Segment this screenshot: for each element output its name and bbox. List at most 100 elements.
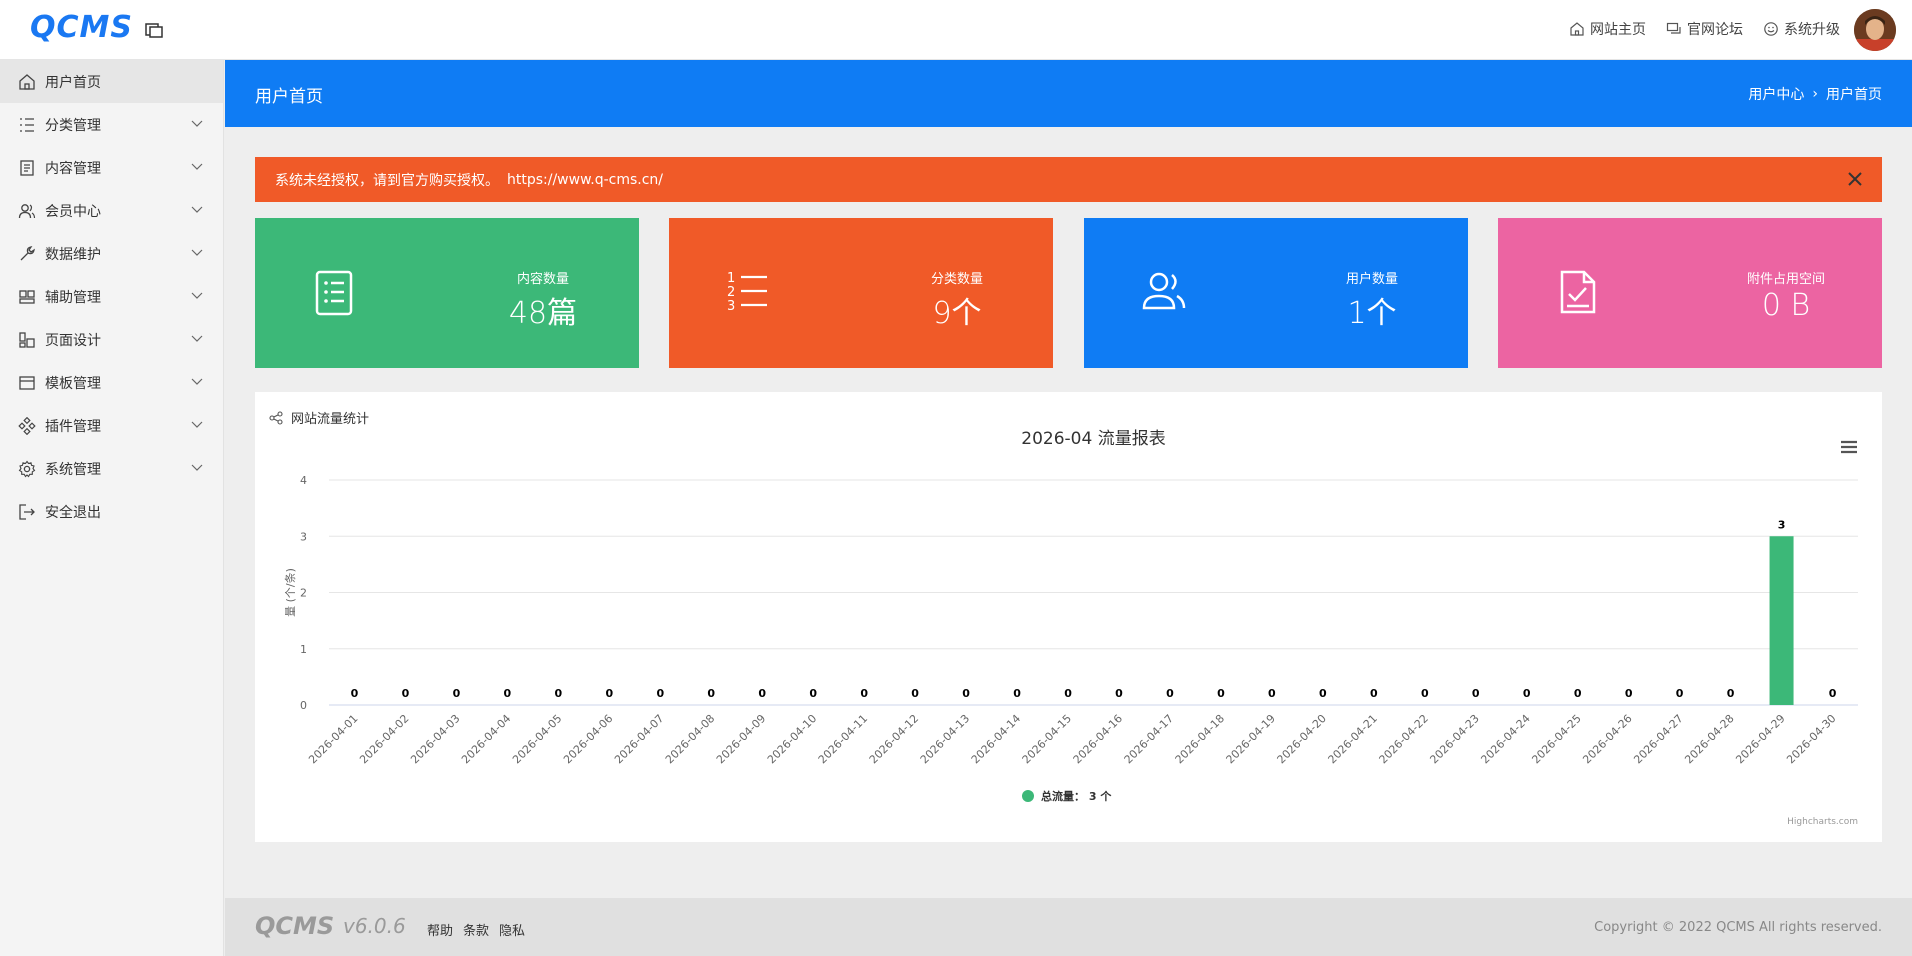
- avatar[interactable]: [1854, 9, 1896, 51]
- sidebar-item-plugins[interactable]: 插件管理: [0, 404, 223, 447]
- copyright: Copyright © 2022 QCMS All rights reserve…: [1594, 920, 1882, 935]
- stat-value: 0 B: [1761, 288, 1811, 323]
- top-nav: 网站主页 官网论坛 系统升级: [1569, 0, 1840, 58]
- x-tick-label: 2026-04-12: [867, 712, 921, 766]
- sidebar-item-template[interactable]: 模板管理: [0, 361, 223, 404]
- sidebar-item-label: 安全退出: [45, 504, 101, 521]
- chevron-down-icon: [191, 335, 203, 342]
- footer-link-privacy[interactable]: 隐私: [499, 920, 525, 939]
- sidebar-item-label: 页面设计: [45, 332, 101, 349]
- sidebar-item-label: 用户首页: [45, 74, 101, 91]
- page-header: 用户首页 用户中心 › 用户首页: [225, 60, 1912, 127]
- users-icon: [1142, 272, 1186, 310]
- chart-menu-icon[interactable]: [1840, 440, 1858, 454]
- chevron-down-icon: [191, 249, 203, 256]
- alert-link[interactable]: https://www.q-cms.cn/: [507, 172, 663, 188]
- stat-value: 48篇: [508, 296, 578, 331]
- data-label: 0: [1319, 687, 1327, 700]
- data-label: 0: [1523, 687, 1531, 700]
- data-label: 0: [1013, 687, 1021, 700]
- list-doc-icon: [315, 270, 353, 316]
- chart-title: 2026-04 流量报表: [1021, 429, 1165, 449]
- x-tick-label: 2026-04-29: [1733, 712, 1787, 766]
- data-label: 0: [1829, 687, 1837, 700]
- x-tick-label: 2026-04-19: [1224, 712, 1278, 766]
- x-tick-label: 2026-04-11: [816, 712, 870, 766]
- x-tick-label: 2026-04-23: [1427, 712, 1481, 766]
- y-tick-label: 2: [300, 587, 307, 600]
- data-label: 0: [555, 687, 563, 700]
- sidebar-item-label: 会员中心: [45, 203, 101, 220]
- nav-home-link[interactable]: 网站主页: [1569, 19, 1646, 39]
- sidebar-toggle-icon[interactable]: [144, 20, 164, 40]
- avatar-image: [1854, 9, 1896, 51]
- nav-upgrade-link[interactable]: 系统升级: [1763, 19, 1840, 39]
- x-tick-label: 2026-04-24: [1478, 712, 1532, 766]
- data-label: 0: [1166, 687, 1174, 700]
- data-label: 0: [1625, 687, 1633, 700]
- stat-label: 用户数量: [1345, 272, 1398, 287]
- footer: QCMS v6.0.6 帮助 条款 隐私 Copyright © 2022 QC…: [225, 898, 1912, 956]
- sidebar: 用户首页 分类管理 内容管理 会员中心 数据维护 辅助管理 页面设计 模板管理 …: [0, 60, 224, 956]
- x-tick-label: 2026-04-02: [357, 712, 411, 766]
- chevron-down-icon: [191, 206, 203, 213]
- chevron-down-icon: [191, 421, 203, 428]
- sidebar-item-user-home[interactable]: 用户首页: [0, 60, 223, 103]
- logo[interactable]: QCMS: [30, 10, 133, 45]
- footer-link-help[interactable]: 帮助: [427, 920, 453, 939]
- sidebar-item-auxiliary[interactable]: 辅助管理: [0, 275, 223, 318]
- sidebar-item-label: 模板管理: [45, 375, 101, 392]
- stat-card-attachments: 附件占用空间 0 B: [1498, 218, 1882, 368]
- data-label: 0: [962, 687, 970, 700]
- x-tick-label: 2026-04-14: [969, 712, 1023, 766]
- sidebar-item-members[interactable]: 会员中心: [0, 189, 223, 232]
- y-tick-label: 0: [300, 699, 307, 712]
- x-tick-label: 2026-04-04: [459, 712, 513, 766]
- sidebar-item-page-design[interactable]: 页面设计: [0, 318, 223, 361]
- x-tick-label: 2026-04-10: [765, 712, 819, 766]
- breadcrumb: 用户中心 › 用户首页: [1748, 84, 1882, 104]
- nav-forum-link[interactable]: 官网论坛: [1666, 19, 1743, 39]
- footer-version: v6.0.6: [343, 914, 406, 938]
- sidebar-item-content[interactable]: 内容管理: [0, 146, 223, 189]
- chevron-down-icon: [191, 378, 203, 385]
- sidebar-item-data-maintenance[interactable]: 数据维护: [0, 232, 223, 275]
- data-label: 0: [402, 687, 410, 700]
- template-icon: [19, 375, 35, 390]
- footer-link-terms[interactable]: 条款: [463, 920, 489, 939]
- stat-card-category: 1 2 3 分类数量 9个: [669, 218, 1053, 368]
- data-label: 0: [656, 687, 664, 700]
- data-label: 0: [1574, 687, 1582, 700]
- legend-label: 总流量： 3 个: [1041, 789, 1112, 803]
- data-label: 0: [860, 687, 868, 700]
- sidebar-item-label: 插件管理: [45, 418, 101, 435]
- chevron-down-icon: [191, 120, 203, 127]
- sidebar-item-label: 数据维护: [45, 246, 101, 263]
- breadcrumb-item[interactable]: 用户中心: [1748, 84, 1804, 104]
- traffic-chart: 2026-04 流量报表 0 1 2 3 4 量 (个/条) 0 2026-04-01 0 2026…: [283, 429, 1858, 827]
- nav-home-label: 网站主页: [1590, 22, 1646, 38]
- x-tick-label: 2026-04-16: [1071, 712, 1125, 766]
- file-check-icon: [1560, 270, 1596, 314]
- x-tick-label: 2026-04-08: [663, 712, 717, 766]
- x-tick-label: 2026-04-13: [918, 712, 972, 766]
- home-icon: [1570, 22, 1584, 36]
- data-label: 0: [504, 687, 512, 700]
- x-tick-label: 2026-04-18: [1173, 712, 1227, 766]
- sidebar-item-system[interactable]: 系统管理: [0, 447, 223, 490]
- layout-icon: [19, 289, 35, 304]
- data-label: 0: [1115, 687, 1123, 700]
- x-tick-label: 2026-04-09: [714, 712, 768, 766]
- sidebar-item-logout[interactable]: 安全退出: [0, 490, 223, 533]
- footer-links: 帮助 条款 隐私: [427, 920, 525, 939]
- data-label: 0: [911, 687, 919, 700]
- close-icon[interactable]: [1846, 170, 1864, 188]
- sidebar-item-label: 内容管理: [45, 160, 101, 177]
- legend-marker: [1022, 790, 1034, 802]
- license-alert: 系统未经授权，请到官方购买授权。 https://www.q-cms.cn/: [255, 157, 1882, 202]
- sidebar-item-category[interactable]: 分类管理: [0, 103, 223, 146]
- wrench-icon: [20, 245, 35, 260]
- data-label: 0: [1676, 687, 1684, 700]
- sidebar-item-label: 系统管理: [45, 461, 101, 478]
- nav-upgrade-label: 系统升级: [1784, 22, 1840, 38]
